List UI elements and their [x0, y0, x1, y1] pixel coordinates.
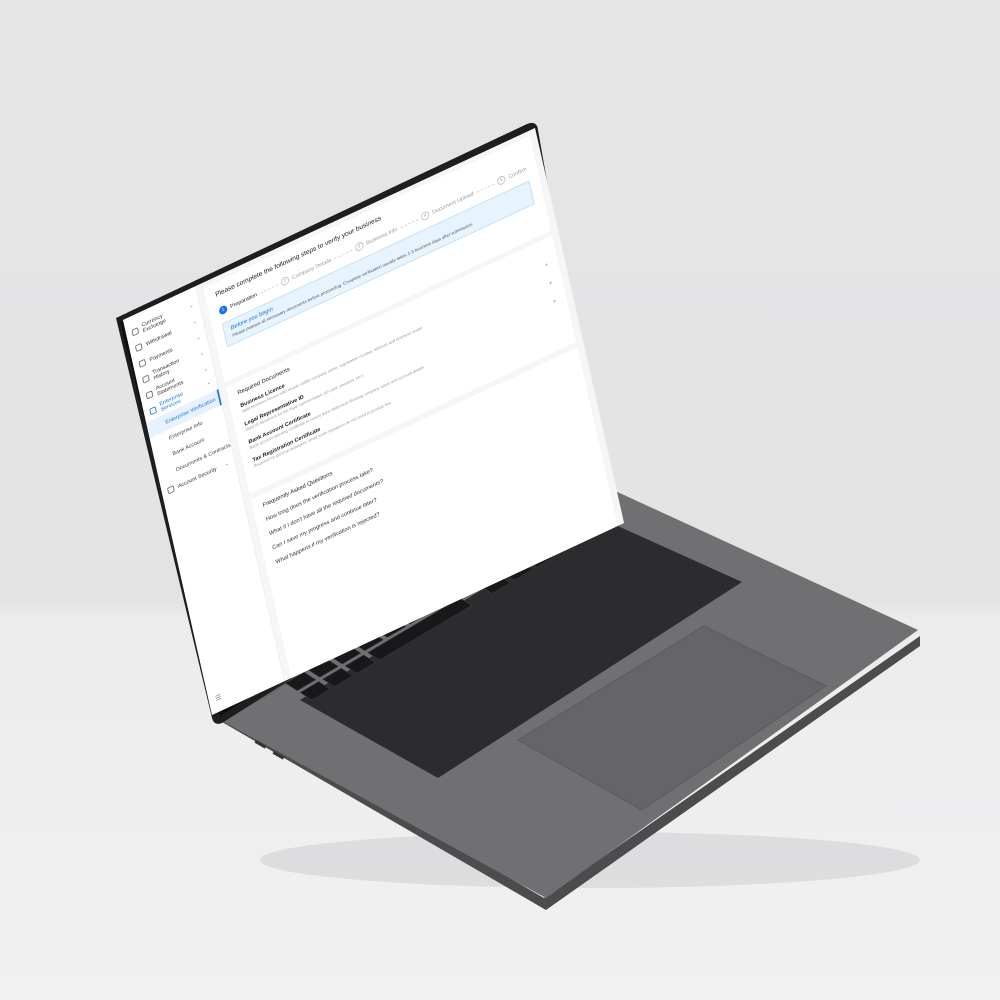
mockup-stage: Currency Exchange ⌄ Withdrawal ⌄ Payments ⌄ Tr… [0, 0, 1000, 1000]
chevron-down-icon: ⌄ [192, 318, 198, 326]
step-connector [260, 284, 278, 294]
expand-icon[interactable]: + [548, 280, 552, 287]
step-number: 1 [218, 304, 229, 316]
withdraw-icon [134, 342, 143, 353]
step-number: 4 [420, 210, 431, 222]
step-number: 3 [354, 240, 365, 253]
expand-icon[interactable]: + [553, 298, 557, 305]
history-icon [142, 374, 150, 384]
exchange-icon [131, 327, 140, 337]
step-connector [476, 183, 495, 193]
step-connector [400, 218, 419, 228]
payments-icon [138, 358, 147, 368]
chevron-down-icon: ⌄ [188, 302, 194, 310]
security-icon [166, 485, 175, 495]
chevron-down-icon: ⌄ [199, 350, 205, 357]
enterprise-icon [149, 406, 157, 416]
menu-collapse-icon[interactable]: ☰ [215, 693, 222, 703]
step-number: 2 [280, 275, 290, 288]
step-label: Confirm [507, 165, 528, 180]
step-number: 5 [496, 174, 507, 187]
statements-icon [145, 390, 154, 400]
expand-icon[interactable]: + [544, 262, 548, 269]
chevron-down-icon: ⌄ [202, 366, 208, 373]
step-connector [334, 249, 353, 259]
chevron-down-icon: ⌄ [195, 334, 201, 342]
chevron-down-icon: ⌄ [224, 460, 230, 468]
chevron-down-icon: ⌃ [206, 381, 212, 389]
step-label: Preparation [229, 291, 258, 310]
